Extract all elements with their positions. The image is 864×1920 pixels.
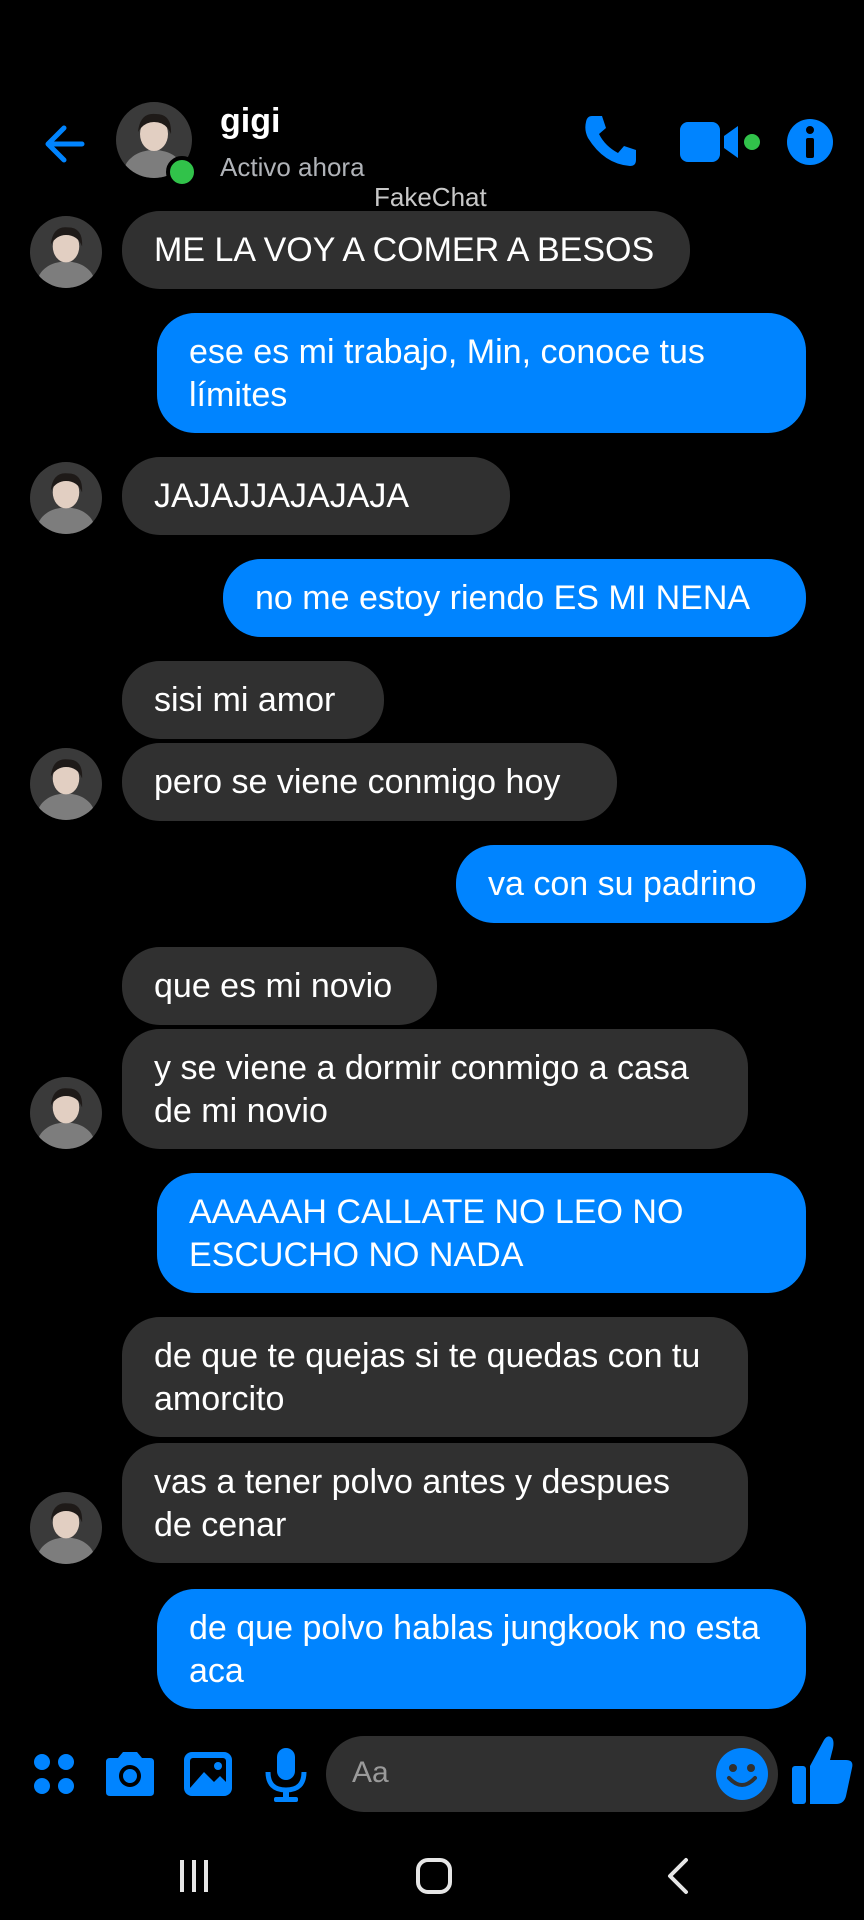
info-icon[interactable] <box>782 110 838 174</box>
message-avatar <box>30 216 102 288</box>
incoming-message[interactable]: que es mi novio <box>122 947 437 1025</box>
watermark: FakeChat <box>374 182 487 212</box>
incoming-message[interactable]: ME LA VOY A COMER A BESOS <box>122 211 690 289</box>
message-avatar <box>30 1077 102 1149</box>
outgoing-message[interactable]: no me estoy riendo ES MI NENA <box>223 559 806 637</box>
phone-call-icon[interactable] <box>578 110 642 174</box>
incoming-message[interactable]: de que te quejas si te quedas con tu amo… <box>122 1317 748 1437</box>
incoming-message[interactable]: vas a tener polvo antes y despues de cen… <box>122 1443 748 1563</box>
incoming-message[interactable]: sisi mi amor <box>122 661 384 739</box>
message-input[interactable]: Aa <box>326 1736 778 1812</box>
emoji-icon[interactable] <box>712 1744 772 1804</box>
contact-name[interactable]: gigi <box>220 102 280 141</box>
back-arrow-icon[interactable] <box>36 114 96 174</box>
microphone-icon[interactable] <box>254 1742 318 1806</box>
camera-icon[interactable] <box>98 1742 162 1806</box>
message-avatar <box>30 462 102 534</box>
video-call-icon[interactable] <box>678 110 768 174</box>
incoming-message[interactable]: JAJAJJAJAJAJA <box>122 457 510 535</box>
contact-status: Activo ahora <box>220 152 365 182</box>
outgoing-message[interactable]: va con su padrino <box>456 845 806 923</box>
thumbs-up-icon[interactable] <box>788 1730 856 1810</box>
message-avatar <box>30 748 102 820</box>
online-indicator <box>166 156 198 188</box>
gallery-icon[interactable] <box>176 1742 240 1806</box>
home-icon[interactable] <box>412 1854 456 1898</box>
composer-bar: Aa <box>0 1730 864 1818</box>
outgoing-message[interactable]: de que polvo hablas jungkook no esta aca <box>157 1589 806 1709</box>
message-input-placeholder: Aa <box>352 1756 389 1789</box>
incoming-message[interactable]: y se viene a dormir conmigo a casa de mi… <box>122 1029 748 1149</box>
recent-apps-icon[interactable] <box>174 1854 214 1898</box>
incoming-message[interactable]: pero se viene conmigo hoy <box>122 743 617 821</box>
chat-header: gigi Activo ahora FakeChat <box>0 90 864 212</box>
system-navigation-bar <box>0 1830 864 1920</box>
apps-icon[interactable] <box>22 1742 86 1806</box>
back-nav-icon[interactable] <box>660 1854 696 1898</box>
message-avatar <box>30 1492 102 1564</box>
outgoing-message[interactable]: AAAAAH CALLATE NO LEO NO ESCUCHO NO NADA <box>157 1173 806 1293</box>
outgoing-message[interactable]: ese es mi trabajo, Min, conoce tus límit… <box>157 313 806 433</box>
